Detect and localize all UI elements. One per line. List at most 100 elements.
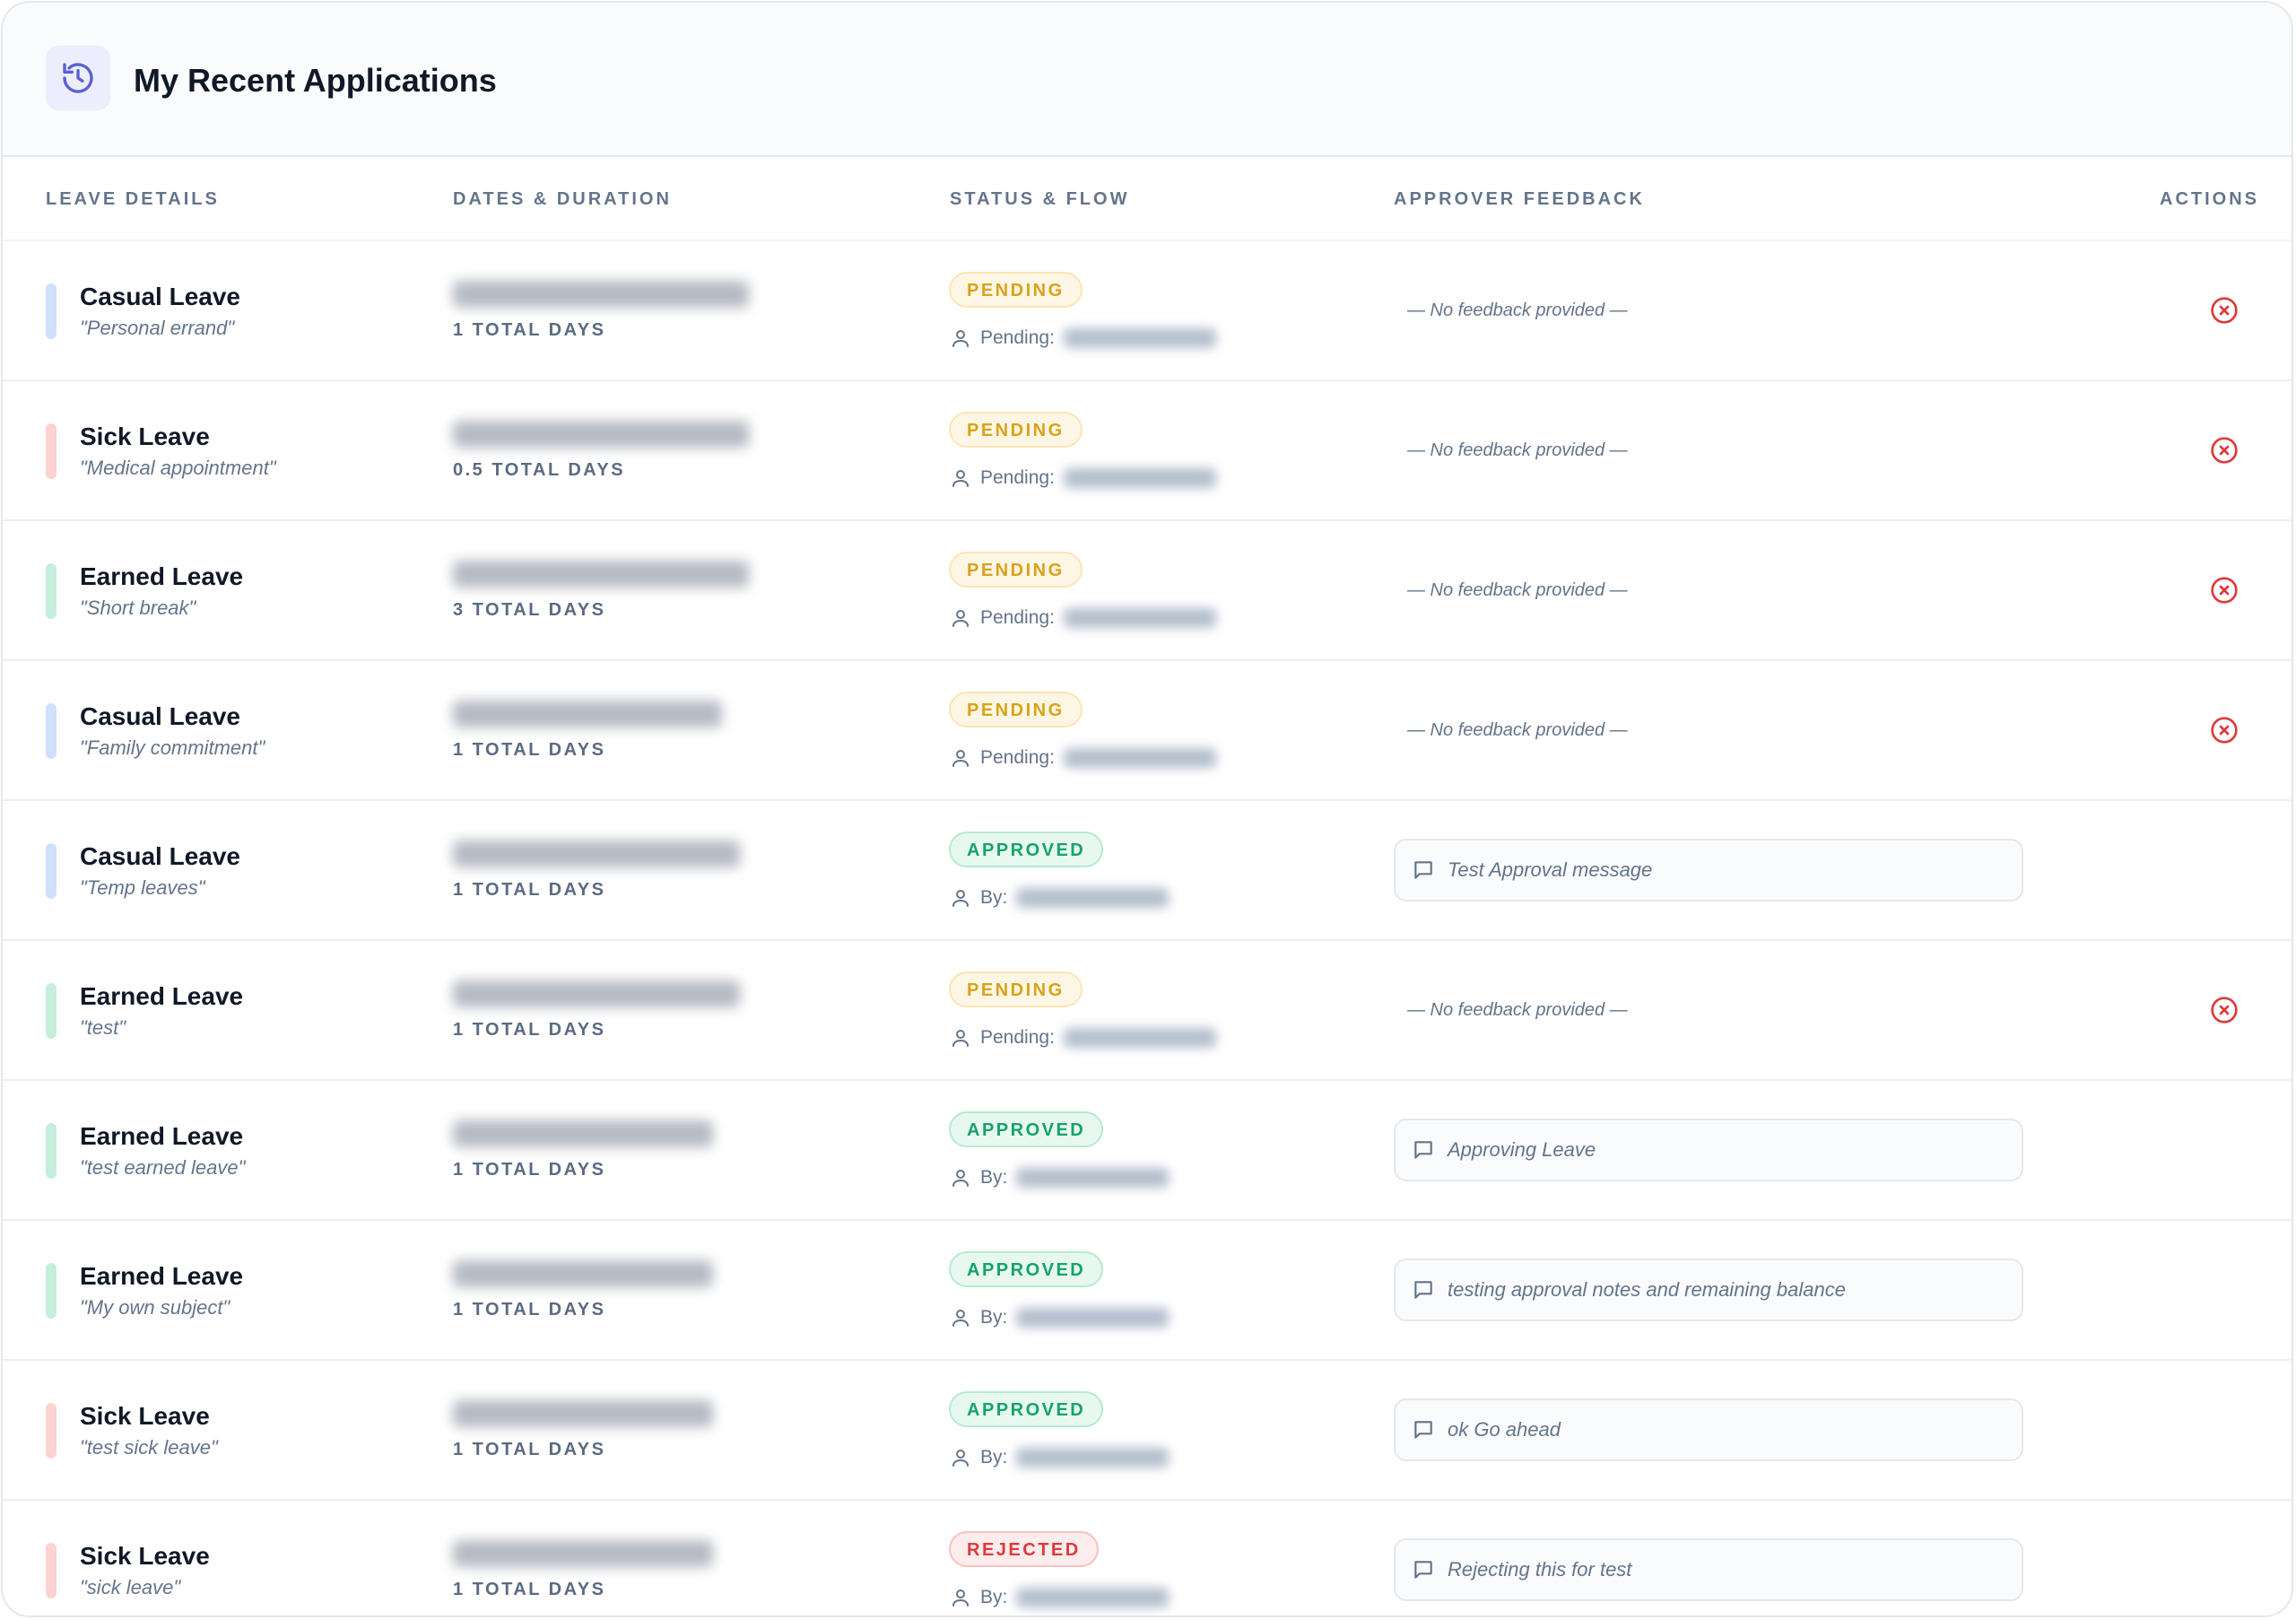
leave-duration: 1 TOTAL DAYS bbox=[453, 1300, 606, 1320]
cancel-circle-icon bbox=[2211, 437, 2238, 464]
leave-duration: 1 TOTAL DAYS bbox=[453, 740, 606, 760]
approver-name-redacted bbox=[1063, 608, 1216, 628]
leave-type: Casual Leave bbox=[80, 702, 240, 730]
leave-type: Earned Leave bbox=[80, 1262, 244, 1290]
table-header: LEAVE DETAILS DATES & DURATION STATUS & … bbox=[3, 157, 2292, 241]
status-badge: PENDING bbox=[949, 692, 1083, 727]
approver-name-redacted bbox=[1063, 1028, 1216, 1048]
cancel-application-button[interactable] bbox=[2209, 715, 2239, 745]
column-header-actions: ACTIONS bbox=[2160, 189, 2259, 209]
approver-name-redacted bbox=[1063, 748, 1216, 768]
leave-dates-redacted bbox=[453, 840, 740, 867]
user-icon bbox=[952, 1030, 969, 1047]
status-badge: APPROVED bbox=[949, 1391, 1104, 1427]
cancel-circle-icon bbox=[2211, 997, 2238, 1023]
approver-name-redacted bbox=[1016, 1588, 1170, 1607]
leave-duration: 1 TOTAL DAYS bbox=[453, 1160, 606, 1180]
leave-reason: "sick leave" bbox=[80, 1576, 181, 1598]
leave-type: Earned Leave bbox=[80, 562, 244, 590]
leave-dates-redacted bbox=[453, 980, 740, 1007]
leave-type-indicator bbox=[46, 703, 57, 759]
feedback-text: Test Approval message bbox=[1448, 858, 1653, 881]
approval-flow-label: Pending: bbox=[980, 467, 1055, 488]
status-badge: PENDING bbox=[949, 272, 1083, 308]
approval-flow-label: Pending: bbox=[980, 607, 1055, 628]
leave-dates-redacted bbox=[453, 1400, 713, 1427]
approval-flow: Pending: bbox=[950, 464, 1216, 492]
page-title: My Recent Applications bbox=[134, 62, 497, 99]
leave-dates-redacted bbox=[453, 561, 749, 588]
cancel-application-button[interactable] bbox=[2209, 295, 2239, 326]
approval-flow-label: Pending: bbox=[980, 327, 1055, 348]
leave-reason: "Personal errand" bbox=[80, 317, 235, 339]
leave-reason: "Temp leaves" bbox=[80, 876, 205, 899]
cancel-application-button[interactable] bbox=[2209, 575, 2239, 605]
leave-type-indicator bbox=[46, 843, 57, 899]
leave-type-indicator bbox=[46, 423, 57, 479]
table-row: Casual Leave "Temp leaves" 1 TOTAL DAYS APP… bbox=[3, 801, 2292, 941]
approval-flow-label: By: bbox=[980, 1587, 1008, 1607]
approver-feedback: testing approval notes and remaining bal… bbox=[1394, 1259, 2023, 1321]
leave-dates-redacted bbox=[453, 701, 722, 727]
no-feedback-text: — No feedback provided — bbox=[1407, 1000, 1628, 1020]
leave-type: Sick Leave bbox=[80, 1402, 210, 1430]
approval-flow: Pending: bbox=[950, 604, 1216, 632]
user-icon bbox=[952, 1590, 969, 1607]
approver-feedback: ok Go ahead bbox=[1394, 1398, 2023, 1461]
table-row: Casual Leave "Family commitment" 1 TOTAL D… bbox=[3, 661, 2292, 801]
approval-flow-label: Pending: bbox=[980, 747, 1055, 768]
history-icon bbox=[46, 46, 110, 110]
leave-duration: 1 TOTAL DAYS bbox=[453, 1020, 606, 1040]
leave-duration: 1 TOTAL DAYS bbox=[453, 1580, 606, 1599]
approval-flow-label: By: bbox=[980, 1307, 1008, 1328]
user-icon bbox=[952, 750, 969, 767]
approval-flow-label: By: bbox=[980, 1447, 1008, 1468]
approver-name-redacted bbox=[1063, 468, 1216, 488]
approval-flow: Pending: bbox=[950, 744, 1216, 772]
leave-dates-redacted bbox=[453, 1120, 713, 1147]
approval-flow: Pending: bbox=[950, 1023, 1216, 1052]
no-feedback-text: — No feedback provided — bbox=[1407, 440, 1628, 460]
leave-dates-redacted bbox=[453, 281, 749, 308]
leave-reason: "Medical appointment" bbox=[80, 457, 276, 479]
approval-flow: By: bbox=[950, 1583, 1170, 1612]
approval-flow: By: bbox=[950, 884, 1170, 912]
column-header-dates-duration: DATES & DURATION bbox=[453, 189, 672, 209]
approver-name-redacted bbox=[1063, 328, 1216, 348]
table-row: Sick Leave "test sick leave" 1 TOTAL DAYS A… bbox=[3, 1361, 2292, 1501]
approval-flow: Pending: bbox=[950, 324, 1216, 353]
approval-flow: By: bbox=[950, 1443, 1170, 1472]
status-badge: APPROVED bbox=[949, 1251, 1104, 1287]
user-icon bbox=[952, 1170, 969, 1187]
leave-duration: 3 TOTAL DAYS bbox=[453, 600, 606, 620]
cancel-application-button[interactable] bbox=[2209, 435, 2239, 466]
leave-reason: "Short break" bbox=[80, 597, 196, 619]
user-icon bbox=[952, 610, 969, 627]
user-icon bbox=[952, 330, 969, 347]
approval-flow: By: bbox=[950, 1303, 1170, 1332]
approval-flow: By: bbox=[950, 1163, 1170, 1192]
status-badge: PENDING bbox=[949, 971, 1083, 1007]
approver-feedback: Approving Leave bbox=[1394, 1119, 2023, 1181]
approver-feedback: Rejecting this for test bbox=[1394, 1538, 2023, 1601]
column-header-status-flow: STATUS & FLOW bbox=[950, 189, 1130, 209]
leave-type-indicator bbox=[46, 283, 57, 339]
card-header: My Recent Applications bbox=[3, 3, 2292, 157]
approver-feedback: Test Approval message bbox=[1394, 839, 2023, 901]
status-badge: PENDING bbox=[949, 412, 1083, 448]
status-badge: PENDING bbox=[949, 552, 1083, 588]
cancel-application-button[interactable] bbox=[2209, 995, 2239, 1025]
leave-type: Casual Leave bbox=[80, 842, 240, 870]
recent-applications-card: My Recent Applications LEAVE DETAILS DAT… bbox=[1, 1, 2293, 1617]
leave-type: Sick Leave bbox=[80, 422, 210, 450]
approval-flow-label: By: bbox=[980, 1167, 1008, 1188]
leave-dates-redacted bbox=[453, 1540, 713, 1567]
approver-name-redacted bbox=[1016, 888, 1170, 908]
status-badge: APPROVED bbox=[949, 1111, 1104, 1147]
leave-dates-redacted bbox=[453, 421, 749, 448]
approval-flow-label: By: bbox=[980, 887, 1008, 908]
leave-dates-redacted bbox=[453, 1260, 713, 1287]
no-feedback-text: — No feedback provided — bbox=[1407, 300, 1628, 320]
leave-duration: 0.5 TOTAL DAYS bbox=[453, 460, 626, 480]
approver-name-redacted bbox=[1016, 1308, 1170, 1328]
